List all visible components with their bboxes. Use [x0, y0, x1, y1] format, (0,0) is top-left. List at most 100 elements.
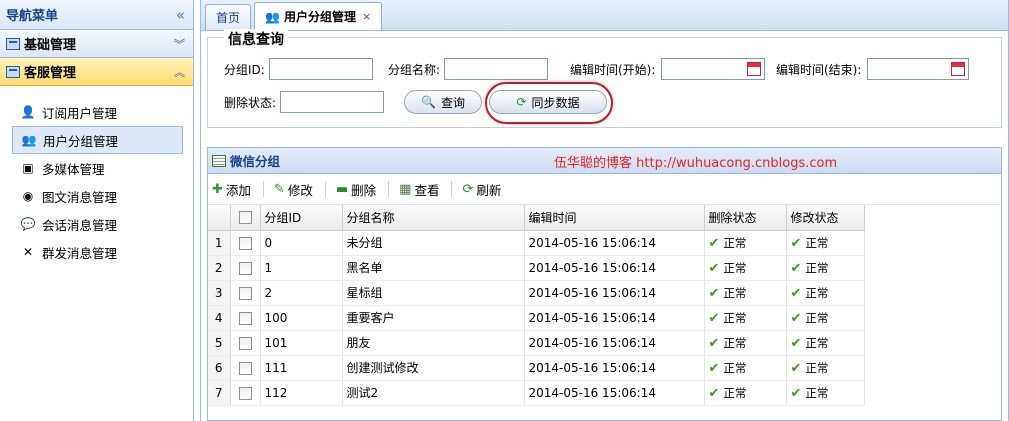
minus-icon: ▬ — [335, 181, 349, 197]
collapse-left-icon[interactable]: « — [176, 6, 185, 24]
group-name-cell: 测试2 — [342, 380, 525, 406]
group-id-cell: 111 — [260, 355, 343, 381]
check-icon: ✔ — [708, 360, 720, 376]
group-name-row: 分组名称: — [388, 58, 549, 80]
main-area: 首页 👥 用户分组管理 × 信息查询 分组ID: 分组名称: 编辑时间(开始): — [200, 0, 1009, 421]
edit-end-input[interactable] — [867, 58, 970, 80]
menu-list: 👤 订阅用户管理 👥 用户分组管理 ▣ 多媒体管理 ◉ 图文消息管理 💬 会话消… — [0, 86, 193, 266]
group-table: 分组ID 分组名称 编辑时间 删除状态 修改状态 1 0 未分组 2014-05-16… — [208, 205, 865, 406]
row-select-cell — [230, 305, 261, 331]
edit-start-input[interactable] — [661, 58, 766, 80]
column-header[interactable]: 分组ID — [260, 205, 343, 231]
table-row[interactable]: 2 1 黑名单 2014-05-16 15:06:14 ✔ 正常 ✔ 正常 — [208, 255, 865, 281]
group-id-row: 分组ID: — [224, 58, 373, 80]
users-icon: 👥 — [265, 9, 280, 24]
nav-title: 导航菜单 — [6, 9, 59, 24]
row-checkbox[interactable] — [238, 361, 252, 375]
delete-status-cell: ✔ 正常 — [704, 330, 787, 356]
status-text: 正常 — [805, 285, 829, 300]
row-checkbox[interactable] — [238, 336, 252, 350]
select-all-header — [230, 205, 261, 231]
add-button[interactable]: ✚ 添加 — [212, 180, 251, 199]
check-icon: ✔ — [708, 285, 720, 301]
delete-button[interactable]: ▬ 删除 — [336, 180, 376, 199]
menu-item-multimedia[interactable]: ▣ 多媒体管理 — [12, 154, 183, 182]
view-button[interactable]: ▦ 查看 — [399, 180, 439, 199]
row-checkbox[interactable] — [238, 311, 252, 325]
row-checkbox[interactable] — [238, 261, 252, 275]
delete-status-cell: ✔ 正常 — [704, 380, 787, 406]
modify-status-cell: ✔ 正常 — [786, 380, 865, 406]
check-icon: ✔ — [790, 335, 802, 351]
group-id-label: 分组ID: — [224, 62, 265, 77]
calendar-icon[interactable] — [951, 62, 966, 76]
check-icon: ✔ — [708, 310, 720, 326]
status-text: 正常 — [805, 335, 829, 350]
status-text: 正常 — [723, 385, 747, 400]
chevron-up-icon[interactable]: ︽ — [174, 64, 185, 80]
tab-label: 用户分组管理 — [283, 10, 356, 24]
menu-item-news-messages[interactable]: ◉ 图文消息管理 — [12, 182, 183, 210]
select-all-checkbox[interactable] — [238, 211, 252, 225]
delete-status-cell: ✔ 正常 — [704, 355, 787, 381]
menu-item-user-groups[interactable]: 👥 用户分组管理 — [12, 126, 183, 154]
group-id-input[interactable] — [268, 58, 373, 80]
users-icon: 👥 — [21, 133, 37, 147]
group-name-cell: 创建测试修改 — [342, 355, 525, 381]
delete-status-input[interactable] — [280, 91, 385, 113]
table-row[interactable]: 5 101 朋友 2014-05-16 15:06:14 ✔ 正常 ✔ 正常 — [208, 330, 865, 356]
row-checkbox[interactable] — [238, 286, 252, 300]
row-select-cell — [230, 380, 261, 406]
tab-bar: 首页 👥 用户分组管理 × — [200, 0, 1009, 31]
magnifier-icon: 🔍 — [421, 95, 436, 109]
table-row[interactable]: 7 112 测试2 2014-05-16 15:06:14 ✔ 正常 ✔ 正常 — [208, 380, 865, 406]
group-id-cell: 0 — [260, 230, 343, 256]
group-name-cell: 黑名单 — [342, 255, 525, 281]
toolbar-separator — [262, 181, 264, 197]
close-icon[interactable]: × — [362, 10, 371, 23]
refresh-button[interactable]: ⟳ 刷新 — [462, 180, 501, 199]
toolbar-separator — [324, 181, 326, 197]
column-header[interactable]: 分组名称 — [342, 205, 525, 231]
edit-time-cell: 2014-05-16 15:06:14 — [524, 280, 705, 306]
table-row[interactable]: 1 0 未分组 2014-05-16 15:06:14 ✔ 正常 ✔ 正常 — [208, 230, 865, 256]
status-text: 正常 — [805, 385, 829, 400]
query-legend: 信息查询 — [224, 29, 288, 49]
group-name-input[interactable] — [444, 58, 549, 80]
modify-status-cell: ✔ 正常 — [786, 330, 865, 356]
row-checkbox[interactable] — [238, 386, 252, 400]
search-button[interactable]: 🔍 查询 — [404, 90, 482, 114]
blog-note[interactable]: 伍华聪的博客 http://wuhuacong.cnblogs.com — [554, 152, 837, 171]
menu-item-session-messages[interactable]: 💬 会话消息管理 — [12, 210, 183, 238]
column-header[interactable]: 修改状态 — [786, 205, 865, 231]
accordion-label: 客服管理 — [24, 66, 77, 81]
check-icon: ✔ — [708, 335, 720, 351]
edit-button[interactable]: ✎ 修改 — [274, 180, 313, 199]
table-row[interactable]: 4 100 重要客户 2014-05-16 15:06:14 ✔ 正常 ✔ 正常 — [208, 305, 865, 331]
table-row[interactable]: 6 111 创建测试修改 2014-05-16 15:06:14 ✔ 正常 ✔ 正常 — [208, 355, 865, 381]
row-select-cell — [230, 280, 261, 306]
table-row[interactable]: 3 2 星标组 2014-05-16 15:06:14 ✔ 正常 ✔ 正常 — [208, 280, 865, 306]
group-name-cell: 重要客户 — [342, 305, 525, 331]
status-text: 正常 — [805, 235, 829, 250]
accordion-customer-service[interactable]: 客服管理 ︽ — [0, 58, 193, 86]
check-icon: ✔ — [790, 260, 802, 276]
panel-title: 微信分组 — [230, 154, 281, 169]
image-icon: ▣ — [22, 161, 34, 175]
calendar-icon[interactable] — [747, 62, 762, 76]
menu-item-subscribers[interactable]: 👤 订阅用户管理 — [12, 98, 183, 126]
pencil-icon: ✎ — [273, 181, 285, 197]
modify-status-cell: ✔ 正常 — [786, 280, 865, 306]
chevron-down-icon[interactable]: ︾ — [174, 36, 185, 52]
accordion-basic-management[interactable]: 基础管理 ︾ — [0, 30, 193, 58]
sync-data-button[interactable]: ⟳ 同步数据 — [489, 90, 607, 114]
column-header[interactable]: 删除状态 — [704, 205, 787, 231]
menu-item-mass-messages[interactable]: ✕ 群发消息管理 — [12, 238, 183, 266]
row-checkbox[interactable] — [238, 236, 252, 250]
column-header[interactable]: 编辑时间 — [524, 205, 705, 231]
delete-status-label: 删除状态: — [224, 95, 277, 110]
tab-home[interactable]: 首页 — [205, 4, 252, 30]
tab-user-groups[interactable]: 👥 用户分组管理 × — [254, 2, 383, 30]
check-icon: ✔ — [708, 260, 720, 276]
edit-time-cell: 2014-05-16 15:06:14 — [524, 330, 705, 356]
